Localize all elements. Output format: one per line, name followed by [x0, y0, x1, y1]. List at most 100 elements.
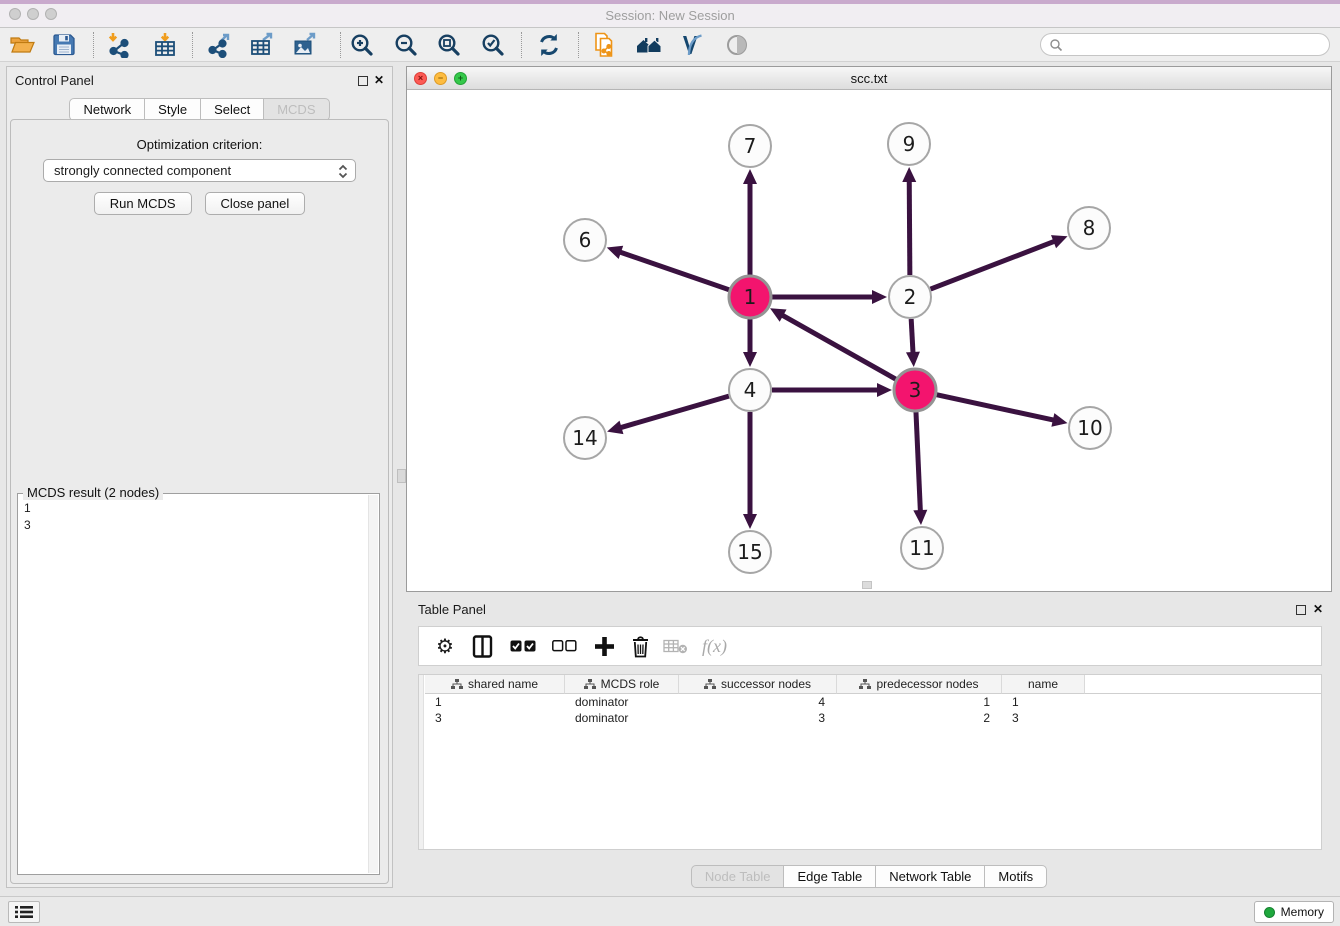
table-tab-network-table[interactable]: Network Table — [875, 865, 985, 888]
delete-table-button[interactable] — [663, 631, 688, 661]
hide-graphics-button[interactable] — [677, 31, 707, 59]
graph-edge-arrow[interactable] — [607, 421, 623, 434]
export-table-button[interactable] — [247, 31, 277, 59]
cell-shared-name[interactable]: 1 — [425, 694, 565, 710]
graph-edge-arrow[interactable] — [872, 290, 887, 304]
export-image-icon — [292, 32, 318, 58]
cell-shared-name[interactable]: 3 — [425, 710, 565, 726]
tab-network[interactable]: Network — [69, 98, 145, 121]
cell-predecessor-nodes[interactable]: 1 — [837, 694, 1002, 710]
control-panel-title: Control Panel — [15, 73, 94, 88]
table-row-gutter — [419, 675, 424, 849]
tab-select[interactable]: Select — [200, 98, 264, 121]
split-divider-handle[interactable] — [397, 469, 406, 483]
column-header-name[interactable]: name — [1002, 675, 1085, 694]
zoom-selected-button[interactable] — [478, 31, 508, 59]
mcds-result-scrollbar[interactable] — [368, 495, 378, 873]
graph-edge-1-6[interactable] — [619, 252, 729, 290]
table-tab-motifs[interactable]: Motifs — [984, 865, 1047, 888]
import-table-button[interactable] — [150, 31, 180, 59]
graph-edge-arrow[interactable] — [913, 510, 927, 525]
graph-edge-arrow[interactable] — [743, 352, 757, 367]
unselect-all-columns-button[interactable] — [552, 631, 577, 661]
zoom-fit-button[interactable] — [434, 31, 464, 59]
network-canvas[interactable]: 7968124314101511 — [407, 90, 1331, 591]
cell-mcds-role[interactable]: dominator — [565, 710, 679, 726]
table-row[interactable]: 1dominator411 — [425, 694, 1321, 710]
memory-button[interactable]: Memory — [1254, 901, 1334, 923]
graph-node-label-8: 8 — [1083, 216, 1096, 240]
home-icon — [635, 32, 663, 58]
open-session-button[interactable] — [7, 31, 37, 59]
graph-edge-2-9[interactable] — [909, 180, 910, 275]
float-panel-icon[interactable] — [1296, 605, 1306, 615]
graph-node-label-11: 11 — [909, 536, 934, 560]
graph-edge-arrow[interactable] — [607, 246, 623, 259]
zoom-in-button[interactable] — [347, 31, 377, 59]
cell-mcds-role[interactable]: dominator — [565, 694, 679, 710]
status-bar: Memory — [0, 896, 1340, 926]
save-session-button[interactable] — [49, 31, 79, 59]
table-row[interactable]: 3dominator323 — [425, 710, 1321, 726]
cell-successor-nodes[interactable]: 4 — [679, 694, 837, 710]
close-panel-icon[interactable]: ✕ — [1313, 602, 1323, 616]
float-panel-icon[interactable] — [358, 76, 368, 86]
column-header-shared-name[interactable]: shared name — [425, 675, 565, 694]
export-image-button[interactable] — [290, 31, 320, 59]
memory-status-icon — [1264, 907, 1275, 918]
zoom-in-icon — [349, 32, 375, 58]
graph-edge-arrow[interactable] — [902, 167, 916, 182]
close-panel-button[interactable]: Close panel — [205, 192, 306, 215]
graph-node-label-2: 2 — [904, 285, 917, 309]
select-all-columns-button[interactable] — [510, 631, 537, 661]
select-stepper-icon — [338, 164, 348, 182]
network-window-titlebar[interactable]: × − + scc.txt — [407, 67, 1331, 90]
graph-edge-arrow[interactable] — [906, 352, 920, 367]
graph-edge-4-14[interactable] — [620, 396, 729, 428]
graph-edge-arrow[interactable] — [1051, 413, 1067, 427]
mcds-result-text: 1 3 — [20, 496, 365, 872]
graph-edge-3-10[interactable] — [936, 395, 1054, 421]
export-network-icon — [206, 32, 232, 58]
cell-name[interactable]: 1 — [1002, 694, 1085, 710]
search-input[interactable] — [1068, 36, 1329, 54]
graph-edge-arrow[interactable] — [743, 169, 757, 184]
table-settings-button[interactable]: ⚙ — [433, 631, 457, 661]
cell-successor-nodes[interactable]: 3 — [679, 710, 837, 726]
function-builder-button[interactable]: f(x) — [702, 631, 727, 661]
cell-predecessor-nodes[interactable]: 2 — [837, 710, 1002, 726]
column-header-mcds-role[interactable]: MCDS role — [565, 675, 679, 694]
refresh-button[interactable] — [534, 31, 564, 59]
graph-edge-3-1[interactable] — [781, 315, 895, 380]
home-view-button[interactable] — [634, 31, 664, 59]
show-graphics-button[interactable] — [722, 31, 752, 59]
search-field[interactable] — [1040, 33, 1330, 56]
create-column-button[interactable] — [594, 631, 615, 661]
graph-edge-2-8[interactable] — [931, 241, 1056, 289]
column-header-successor-nodes[interactable]: successor nodes — [679, 675, 837, 694]
import-network-button[interactable] — [104, 31, 134, 59]
cell-name[interactable]: 3 — [1002, 710, 1085, 726]
table-tab-node-table[interactable]: Node Table — [691, 865, 785, 888]
close-panel-icon[interactable]: ✕ — [374, 73, 384, 87]
run-mcds-button[interactable]: Run MCDS — [94, 192, 192, 215]
export-network-button[interactable] — [204, 31, 234, 59]
zoom-fit-icon — [436, 32, 462, 58]
graph-edge-arrow[interactable] — [743, 514, 757, 529]
canvas-scrollbar-thumb[interactable] — [862, 581, 872, 589]
table-tab-edge-table[interactable]: Edge Table — [783, 865, 876, 888]
graph-edge-arrow[interactable] — [877, 383, 892, 397]
zoom-out-button[interactable] — [391, 31, 421, 59]
task-history-button[interactable] — [8, 901, 40, 923]
graph-edge-3-11[interactable] — [916, 412, 920, 512]
tab-mcds[interactable]: MCDS — [263, 98, 329, 121]
tab-style[interactable]: Style — [144, 98, 201, 121]
show-column-panel-button[interactable] — [471, 631, 494, 661]
optimization-criterion-select[interactable]: strongly connected component — [43, 159, 356, 182]
graph-edge-2-3[interactable] — [911, 319, 913, 354]
delete-column-button[interactable] — [631, 631, 650, 661]
column-header-predecessor-nodes[interactable]: predecessor nodes — [837, 675, 1002, 694]
clone-network-button[interactable] — [589, 31, 619, 59]
zoom-selected-icon — [480, 32, 506, 58]
main-toolbar — [0, 28, 1340, 62]
